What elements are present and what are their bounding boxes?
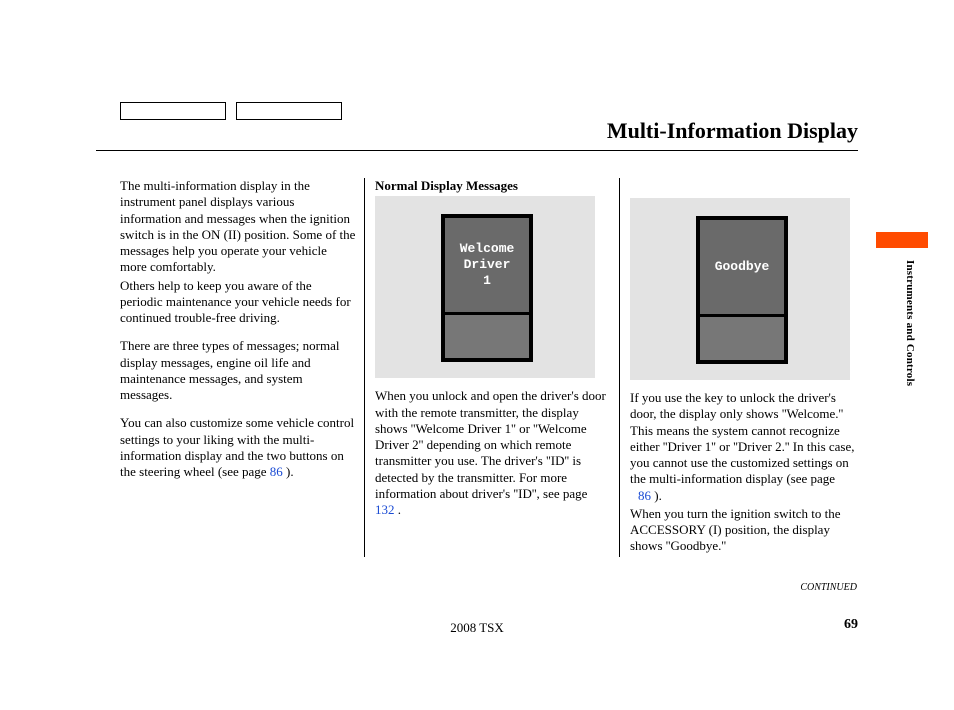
display-text-line3: 1 <box>483 273 491 289</box>
display-mock-goodbye: Goodbye <box>630 198 850 380</box>
placeholder-box-1 <box>120 102 226 120</box>
display-upper: Goodbye <box>700 220 784 314</box>
col2-p1b: . <box>398 502 401 517</box>
column-1: The multi-information display in the ins… <box>120 178 364 557</box>
display-text-line2: Driver <box>464 257 511 273</box>
intro-paragraph-3b: ). <box>286 464 294 479</box>
normal-display-subhead: Normal Display Messages <box>375 178 609 194</box>
column-3: Goodbye If you use the key to unlock the… <box>619 178 864 557</box>
intro-paragraph-3a: You can also customize some vehicle cont… <box>120 415 354 479</box>
display-upper: Welcome Driver 1 <box>445 218 529 312</box>
continued-label: CONTINUED <box>800 582 857 593</box>
col3-p1b: ). <box>654 488 662 503</box>
page-link-132[interactable]: 132 <box>375 502 395 517</box>
display-mock-welcome: Welcome Driver 1 <box>375 196 595 378</box>
header-rule <box>96 150 858 151</box>
header-placeholder-boxes <box>120 102 342 120</box>
page-number: 69 <box>844 617 858 633</box>
display-text-line1: Goodbye <box>715 259 770 275</box>
section-tab-marker <box>876 232 928 248</box>
page-link-86b[interactable]: 86 <box>638 488 651 503</box>
column-2: Normal Display Messages Welcome Driver 1… <box>364 178 619 557</box>
col2-p1a: When you unlock and open the driver's do… <box>375 388 606 501</box>
display-panel: Goodbye <box>696 216 788 364</box>
intro-paragraph-1: The multi-information display in the ins… <box>120 178 356 276</box>
display-lower <box>700 314 784 360</box>
placeholder-box-2 <box>236 102 342 120</box>
intro-paragraph-3: You can also customize some vehicle cont… <box>120 415 356 480</box>
page-title: Multi-Information Display <box>607 118 858 144</box>
col3-paragraph-1: If you use the key to unlock the driver'… <box>630 390 864 504</box>
display-text-line1: Welcome <box>460 241 515 257</box>
col3-paragraph-2: When you turn the ignition switch to the… <box>630 506 864 555</box>
footer-model: 2008 TSX <box>0 620 954 636</box>
display-lower <box>445 312 529 358</box>
display-panel: Welcome Driver 1 <box>441 214 533 362</box>
intro-paragraph-2: There are three types of messages; norma… <box>120 338 356 403</box>
col3-p1a: If you use the key to unlock the driver'… <box>630 390 855 486</box>
col2-paragraph: When you unlock and open the driver's do… <box>375 388 609 518</box>
page-link-86[interactable]: 86 <box>270 464 283 479</box>
section-label: Instruments and Controls <box>904 260 916 420</box>
intro-paragraph-1b: Others help to keep you aware of the per… <box>120 278 356 327</box>
